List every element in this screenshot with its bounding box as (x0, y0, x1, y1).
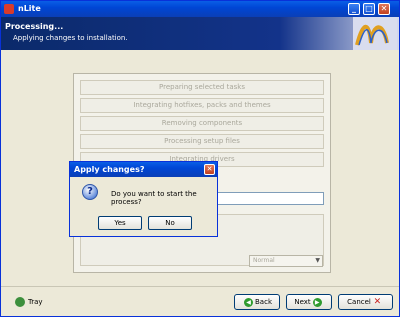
cancel-label: Cancel (347, 298, 371, 306)
task-preparing: Preparing selected tasks (80, 80, 324, 95)
nlite-logo (353, 17, 397, 50)
dropdown-arrow-icon: ▼ (315, 257, 320, 264)
app-icon (4, 4, 14, 14)
back-button[interactable]: ◀ Back (234, 294, 280, 310)
back-label: Back (255, 298, 272, 306)
tray-button[interactable]: Tray (15, 297, 43, 307)
dialog-close-button[interactable]: ✕ (204, 164, 215, 175)
dialog-title: Apply changes? (70, 162, 217, 177)
task-removing-components: Removing components (80, 116, 324, 131)
cancel-button[interactable]: Cancel ✕ (338, 294, 393, 310)
header-title: Processing... (5, 22, 64, 31)
back-arrow-icon: ◀ (244, 297, 253, 307)
next-label: Next (294, 298, 311, 306)
priority-value: Normal (253, 257, 275, 264)
title-bar: nLite _ □ ✕ (1, 1, 399, 17)
yes-button[interactable]: Yes (98, 216, 142, 230)
minimize-button[interactable]: _ (348, 3, 360, 15)
wizard-header: Processing... Applying changes to instal… (1, 17, 399, 50)
footer-divider (1, 286, 399, 287)
next-button[interactable]: Next ▶ (286, 294, 332, 310)
question-icon: ? (82, 184, 98, 200)
task-integrating-hotfixes: Integrating hotfixes, packs and themes (80, 98, 324, 113)
tray-label: Tray (28, 298, 43, 306)
cancel-x-icon: ✕ (373, 296, 382, 307)
next-arrow-icon: ▶ (312, 297, 322, 307)
apply-changes-dialog: Apply changes? ✕ ? Do you want to start … (69, 161, 218, 237)
maximize-button[interactable]: □ (363, 3, 375, 15)
main-window: nLite _ □ ✕ Processing... Applying chang… (0, 0, 400, 317)
close-button[interactable]: ✕ (378, 3, 390, 15)
dialog-message: Do you want to start the process? (111, 190, 197, 206)
tray-icon (15, 297, 25, 307)
priority-dropdown[interactable]: Normal ▼ (249, 255, 323, 267)
no-button[interactable]: No (148, 216, 192, 230)
task-processing-setup: Processing setup files (80, 134, 324, 149)
header-subtitle: Applying changes to installation. (13, 34, 128, 42)
window-title: nLite (18, 4, 41, 13)
